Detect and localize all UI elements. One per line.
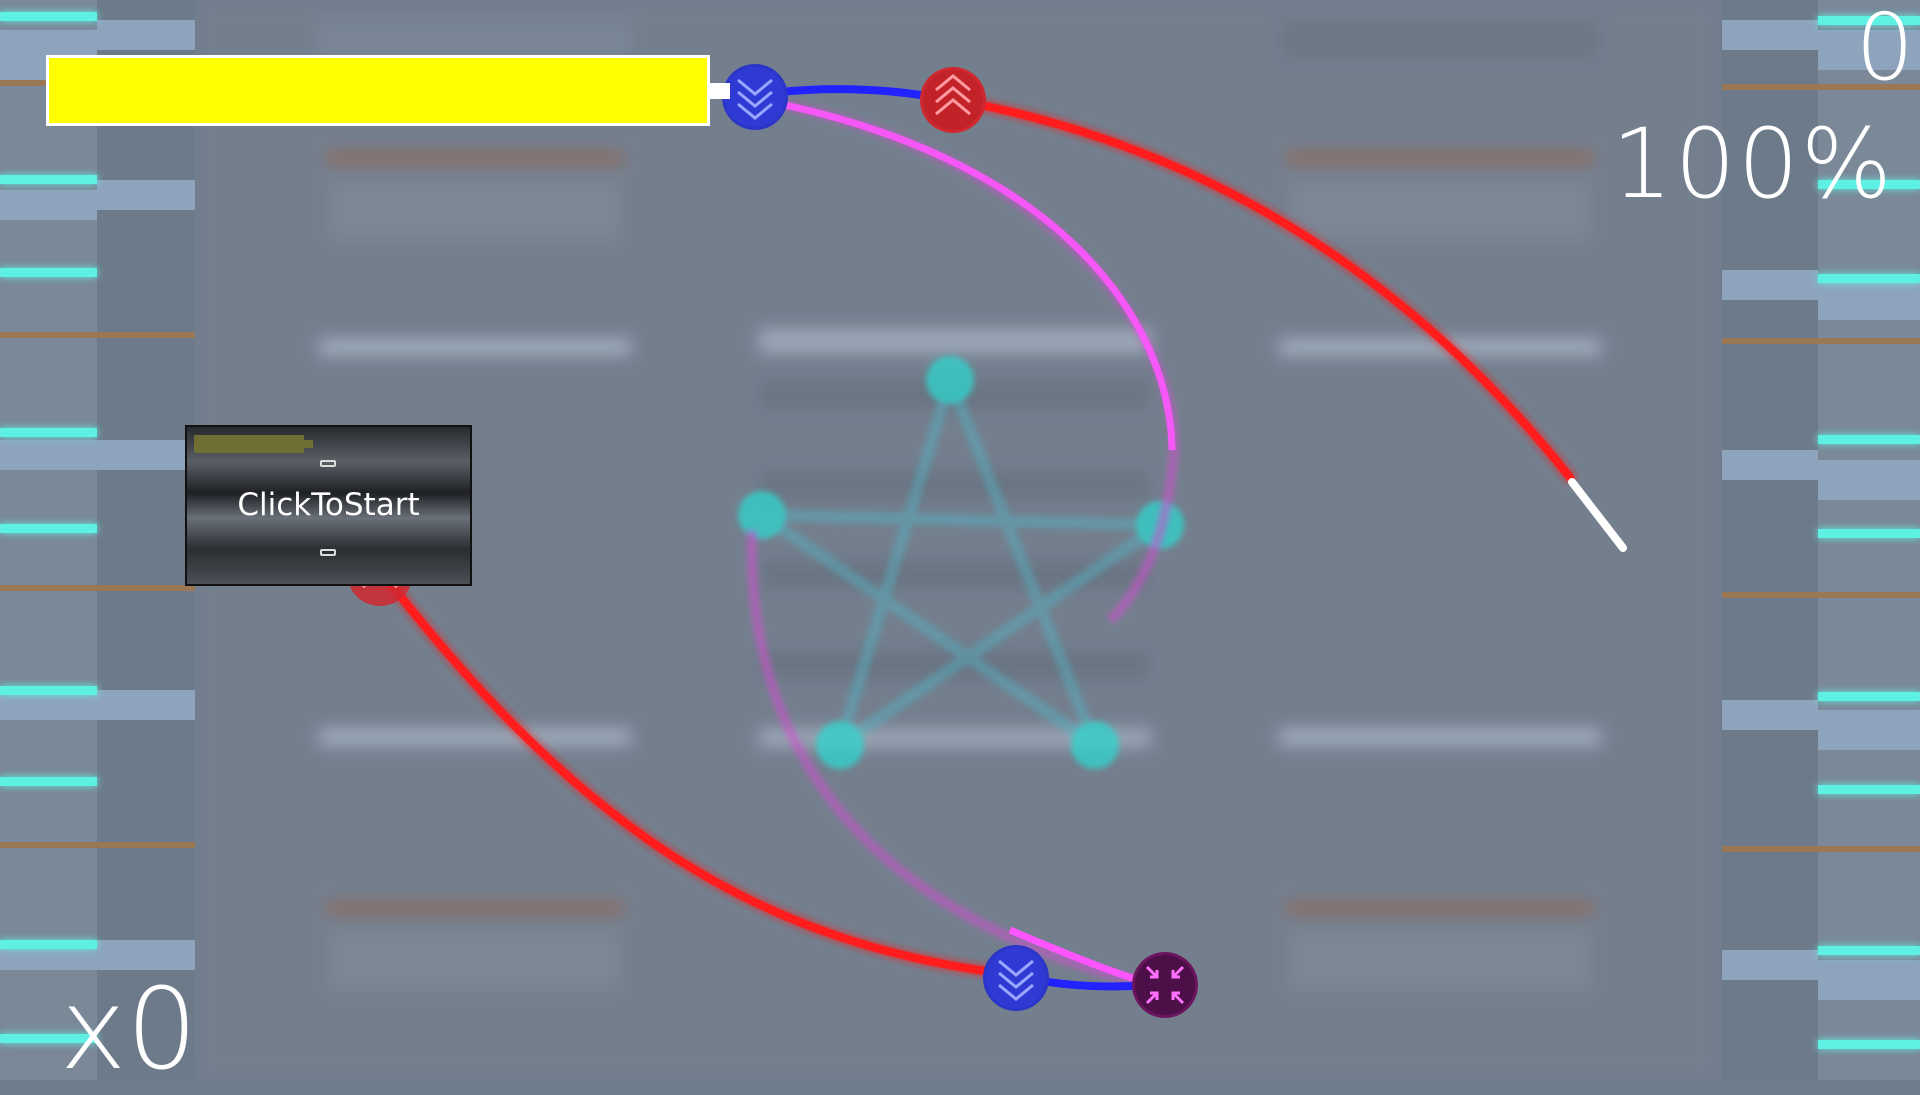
note-down-arrow[interactable] <box>722 64 788 130</box>
cursor-tick-bottom <box>320 549 336 556</box>
note-up-arrow[interactable] <box>920 67 986 133</box>
start-panel-mini-bar <box>194 435 304 453</box>
accuracy-percent: 100% <box>1611 108 1894 220</box>
health-bar-fill <box>49 58 707 123</box>
click-to-start-panel[interactable]: ClickToStart <box>185 425 472 586</box>
left-lane-strip <box>0 0 195 1080</box>
score-counter: 0 <box>1855 0 1916 101</box>
health-bar <box>46 55 710 126</box>
health-bar-cap <box>710 83 730 99</box>
cursor-tick-top <box>320 460 336 467</box>
note-down-arrow-lower[interactable] <box>983 945 1049 1011</box>
click-to-start-label[interactable]: ClickToStart <box>187 487 470 523</box>
start-panel-mini-bar-cap <box>303 440 313 448</box>
combo-counter: x0 <box>60 965 198 1095</box>
note-spin[interactable] <box>1132 952 1198 1018</box>
